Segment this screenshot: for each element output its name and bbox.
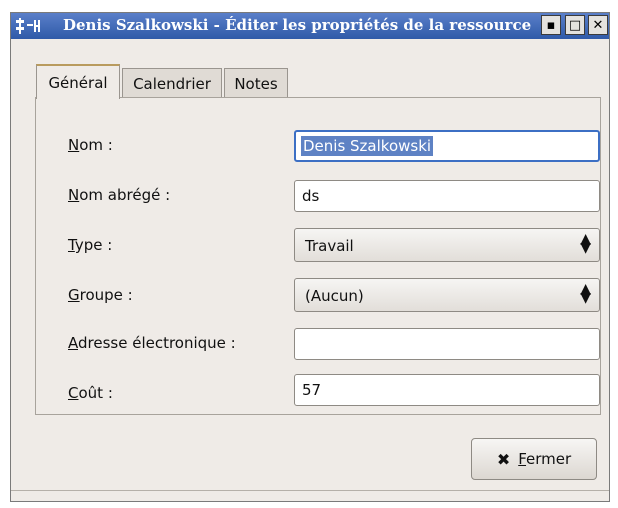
window-title: Denis Szalkowski - Éditer les propriétés… xyxy=(63,16,532,34)
close-window-button[interactable]: ✕ xyxy=(588,15,608,35)
adresse-label: Adresse électronique : xyxy=(68,334,236,352)
type-select[interactable]: Travail ▲ ▼ xyxy=(294,228,600,262)
tab-notes[interactable]: Notes xyxy=(224,68,288,98)
updown-arrows-icon: ▲ ▼ xyxy=(580,231,591,256)
dialog-window: Denis Szalkowski - Éditer les propriétés… xyxy=(10,12,610,502)
type-label: Type : xyxy=(68,236,113,254)
title-bar[interactable]: Denis Szalkowski - Éditer les propriétés… xyxy=(11,13,609,39)
fermer-button[interactable]: ✖ Fermer xyxy=(471,438,597,480)
tab-calendrier[interactable]: Calendrier xyxy=(122,68,222,98)
nom-value: Denis Szalkowski xyxy=(301,136,434,156)
groupe-label: Groupe : xyxy=(68,286,133,304)
adresse-field[interactable] xyxy=(294,328,600,360)
tab-general[interactable]: Général xyxy=(36,64,120,99)
fermer-label: Fermer xyxy=(518,450,572,468)
gantt-app-icon xyxy=(16,18,40,34)
updown-arrows-icon: ▲ ▼ xyxy=(580,281,591,306)
nom-abrege-field[interactable]: ds xyxy=(294,180,600,212)
cout-label: Coût : xyxy=(68,384,113,402)
maximize-button[interactable]: □ xyxy=(565,15,585,35)
groupe-value: (Aucun) xyxy=(305,287,364,305)
nom-field[interactable]: Denis Szalkowski xyxy=(294,130,600,162)
close-icon: ✖ xyxy=(496,449,511,469)
resize-grip-area xyxy=(11,490,609,501)
nom-abrege-label: Nom abrégé : xyxy=(68,186,171,204)
type-value: Travail xyxy=(305,237,354,255)
general-panel: Nom : Denis Szalkowski Nom abrégé : ds T… xyxy=(35,97,601,415)
nom-label: Nom : xyxy=(68,136,113,154)
cout-field[interactable]: 57 xyxy=(294,374,600,406)
groupe-select[interactable]: (Aucun) ▲ ▼ xyxy=(294,278,600,312)
minimize-button[interactable]: ▪ xyxy=(541,15,561,35)
